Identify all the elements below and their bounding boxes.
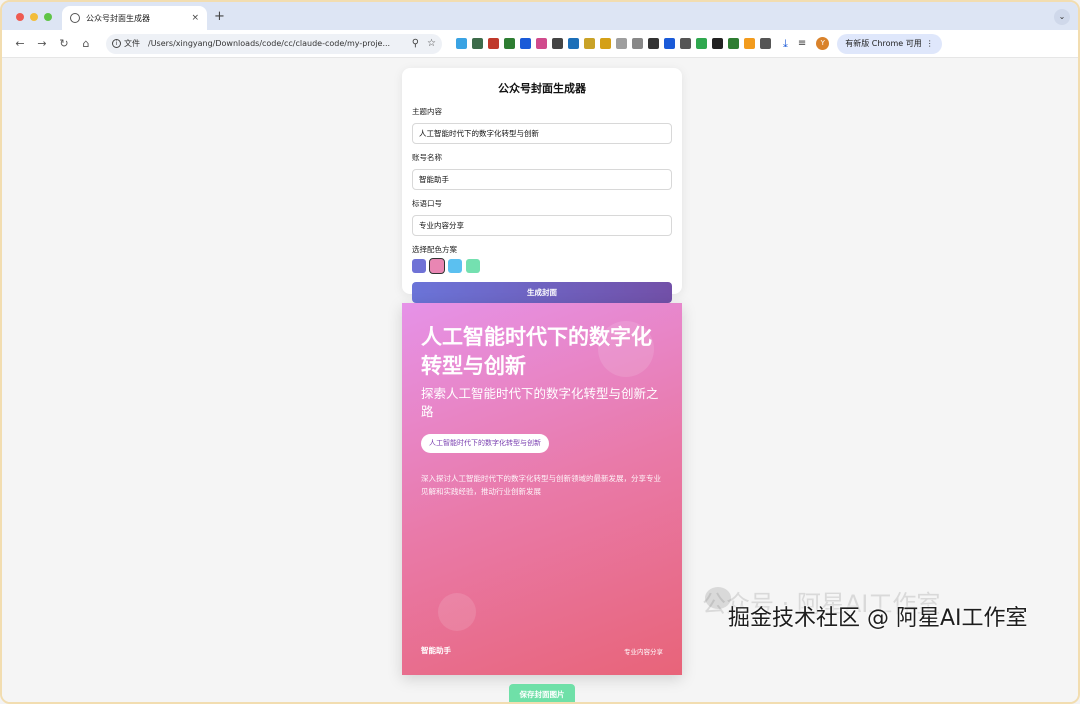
back-button[interactable]: ← (10, 37, 30, 50)
extension-icon[interactable] (456, 38, 467, 49)
cover-description: 深入探讨人工智能时代下的数字化转型与创新领域的最新发展，分享专业见解和实践经验，… (421, 474, 661, 496)
profile-avatar[interactable]: Y (816, 37, 830, 50)
close-window-button[interactable] (16, 13, 24, 21)
extension-icon[interactable] (504, 38, 515, 49)
extension-icon[interactable] (680, 38, 691, 49)
topic-input[interactable] (412, 123, 672, 144)
minimize-window-button[interactable] (30, 13, 38, 21)
extension-icon[interactable] (584, 38, 595, 49)
bookmark-star-icon[interactable]: ☆ (427, 38, 436, 49)
media-control-icon[interactable]: ≡ (798, 38, 806, 49)
extension-icon[interactable] (536, 38, 547, 49)
cover-title: 人工智能时代下的数字化转型与创新 (421, 325, 652, 378)
color-scheme-swatch[interactable] (412, 259, 426, 273)
color-scheme-swatch[interactable] (466, 259, 480, 273)
color-scheme-swatch[interactable] (429, 258, 445, 274)
account-label: 账号名称 (412, 153, 442, 162)
extension-icon[interactable] (760, 38, 771, 49)
maximize-window-button[interactable] (44, 13, 52, 21)
color-scheme-label: 选择配色方案 (412, 245, 457, 254)
url-text[interactable]: /Users/xingyang/Downloads/code/cc/claude… (148, 39, 404, 48)
extension-icon[interactable] (520, 38, 531, 49)
tab-close-icon[interactable]: × (191, 13, 199, 23)
decor-circle (438, 593, 476, 631)
more-menu-icon[interactable]: ⋮ (926, 39, 934, 48)
forward-button[interactable]: → (32, 37, 52, 50)
extension-icon[interactable] (648, 38, 659, 49)
scheme-label: 文件 (124, 39, 140, 48)
extension-icon[interactable] (616, 38, 627, 49)
cover-preview: 人工智能时代下的数字化转型与创新 探索人工智能时代下的数字化转型与创新之路 人工… (402, 303, 682, 675)
cover-topic-pill: 人工智能时代下的数字化转型与创新 (421, 434, 549, 453)
account-input[interactable] (412, 169, 672, 190)
cover-subtitle: 探索人工智能时代下的数字化转型与创新之路 (421, 386, 659, 419)
active-tab[interactable]: 公众号封面生成器 × (62, 6, 207, 30)
generate-cover-button[interactable]: 生成封面 (412, 282, 672, 303)
color-scheme-picker (412, 258, 672, 274)
new-tab-button[interactable]: + (214, 9, 225, 24)
cover-slogan: 专业内容分享 (624, 648, 663, 656)
tab-search-button[interactable]: ⌄ (1054, 9, 1070, 25)
form-title: 公众号封面生成器 (498, 82, 586, 95)
extension-icon[interactable] (744, 38, 755, 49)
extensions-bar (456, 38, 771, 49)
update-label: 有新版 Chrome 可用 (845, 39, 922, 48)
tab-title: 公众号封面生成器 (86, 13, 150, 23)
address-bar[interactable]: i 文件 /Users/xingyang/Downloads/code/cc/c… (106, 33, 442, 54)
extension-icon[interactable] (552, 38, 563, 49)
info-icon[interactable]: i (112, 39, 121, 48)
color-scheme-swatch[interactable] (448, 259, 462, 273)
chrome-update-button[interactable]: 有新版 Chrome 可用 ⋮ (837, 33, 942, 54)
save-cover-button[interactable]: 保存封面图片 (509, 684, 575, 702)
reload-button[interactable]: ↻ (54, 37, 74, 50)
watermark-line2: 掘金技术社区 @ 阿星AI工作室 (728, 606, 1028, 631)
globe-icon (70, 13, 80, 23)
extension-icon[interactable] (600, 38, 611, 49)
tab-strip: 公众号封面生成器 × + ⌄ (2, 2, 1078, 30)
cover-account-name: 智能助手 (421, 646, 451, 655)
browser-toolbar: ← → ↻ ⌂ i 文件 /Users/xingyang/Downloads/c… (2, 30, 1078, 58)
extension-icon[interactable] (696, 38, 707, 49)
extension-icon[interactable] (632, 38, 643, 49)
extension-icon[interactable] (472, 38, 483, 49)
window-controls (16, 13, 52, 21)
topic-label: 主题内容 (412, 107, 442, 116)
generator-form-card: 公众号封面生成器 主题内容 账号名称 标语口号 选择配色方案 生成封面 (402, 68, 682, 303)
slogan-input[interactable] (412, 215, 672, 236)
extension-icon[interactable] (568, 38, 579, 49)
download-icon[interactable]: ⤓ (783, 37, 788, 51)
extension-icon[interactable] (712, 38, 723, 49)
extension-icon[interactable] (728, 38, 739, 49)
zoom-icon[interactable]: ⚲ (412, 38, 419, 49)
slogan-label: 标语口号 (412, 199, 442, 208)
home-button[interactable]: ⌂ (76, 37, 96, 50)
extension-icon[interactable] (488, 38, 499, 49)
extension-icon[interactable] (664, 38, 675, 49)
browser-window: 公众号封面生成器 × + ⌄ ← → ↻ ⌂ i 文件 /Users/xingy… (0, 0, 1080, 704)
